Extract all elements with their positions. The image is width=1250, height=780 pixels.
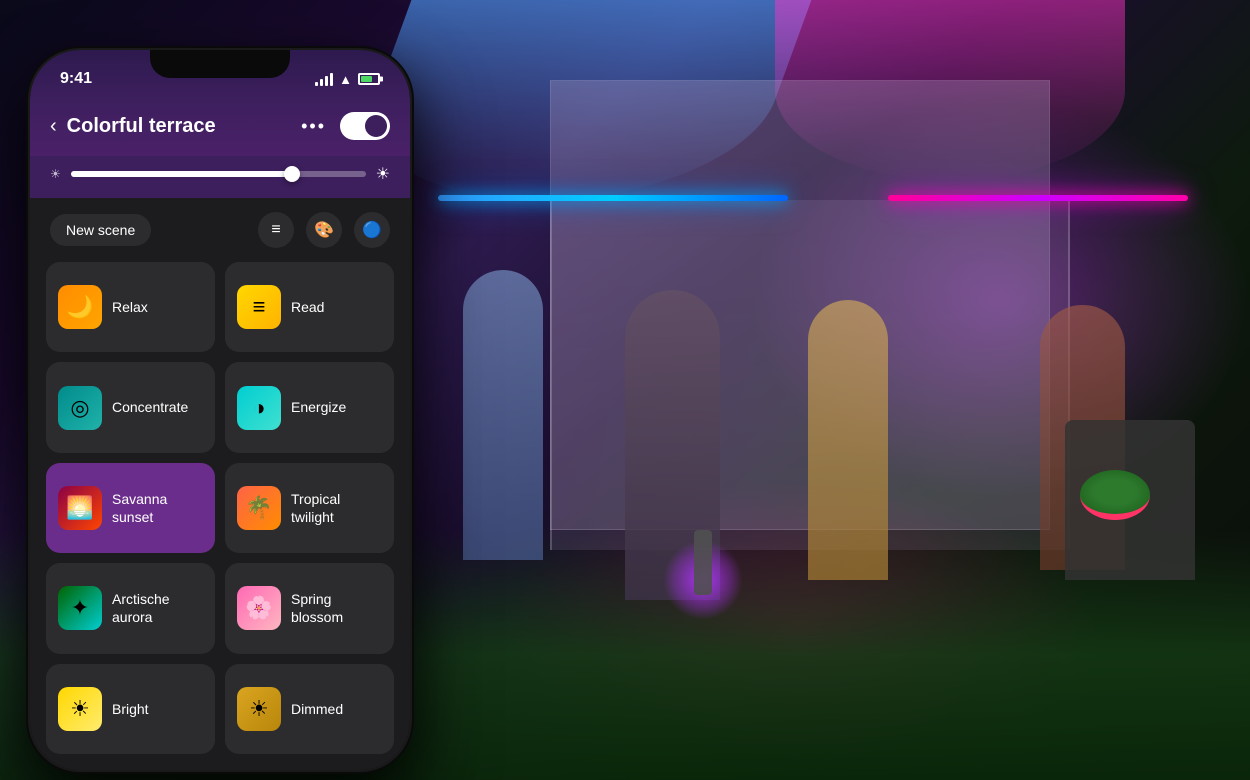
scene-icon-read: ≡ — [237, 285, 281, 329]
neon-strip-blue — [438, 195, 788, 201]
gradient-icon: 🔵 — [362, 220, 382, 240]
scene-item-blossom[interactable]: 🌸 Spring blossom — [225, 563, 394, 653]
scenes-toolbar: New scene ≡ 🎨 🔵 — [30, 198, 410, 262]
scene-icon-energize: ◑ — [237, 386, 281, 430]
brightness-row: ☀ ☀ — [30, 156, 410, 198]
neon-strip-pink — [888, 195, 1188, 201]
header-left: ‹ Colorful terrace — [50, 115, 216, 138]
signal-icon — [315, 72, 333, 86]
scene-label-blossom: Spring blossom — [291, 590, 382, 626]
brightness-thumb[interactable] — [284, 166, 300, 182]
list-view-button[interactable]: ≡ — [258, 212, 294, 248]
scene-item-bright[interactable]: ☀ Bright — [46, 664, 215, 754]
power-toggle[interactable] — [340, 112, 390, 140]
scene-icon-aurora: ✦ — [58, 586, 102, 630]
new-scene-button[interactable]: New scene — [50, 214, 151, 246]
person-4 — [808, 300, 888, 580]
header-right: ••• — [301, 112, 390, 140]
signal-bar-4 — [330, 73, 333, 86]
scene-icon-blossom: 🌸 — [237, 586, 281, 630]
scene-icon-relax: 🌙 — [58, 285, 102, 329]
status-icons: ▲ — [315, 72, 380, 87]
scenes-grid: 🌙 Relax ≡ Read ◎ Concentrate ◑ Energize 🌅 Savanna… — [30, 262, 410, 770]
scene-label-read: Read — [291, 298, 324, 316]
scene-icon-dimmed: ☀ — [237, 687, 281, 731]
scene-label-aurora: Arctische aurora — [112, 590, 203, 626]
scene-item-relax[interactable]: 🌙 Relax — [46, 262, 215, 352]
gradient-view-button[interactable]: 🔵 — [354, 212, 390, 248]
scene-label-tropical: Tropical twilight — [291, 490, 382, 526]
scene-icon-bright: ☀ — [58, 687, 102, 731]
power-knob — [365, 115, 387, 137]
phone-screen: 9:41 ▲ — [30, 50, 410, 770]
battery-fill — [361, 76, 372, 82]
phone-body: 9:41 ▲ — [30, 50, 410, 770]
bollard-post — [694, 530, 712, 595]
more-options-button[interactable]: ••• — [301, 116, 326, 137]
status-time: 9:41 — [60, 70, 92, 88]
brightness-fill — [71, 171, 292, 177]
scene-item-tropical[interactable]: 🌴 Tropical twilight — [225, 463, 394, 553]
back-button[interactable]: ‹ — [50, 115, 57, 138]
color-view-button[interactable]: 🎨 — [306, 212, 342, 248]
signal-bar-1 — [315, 82, 318, 86]
screen-content: ‹ Colorful terrace ••• ☀ — [30, 100, 410, 770]
scene-icon-tropical: 🌴 — [237, 486, 281, 530]
phone-container: 9:41 ▲ — [30, 50, 410, 770]
scene-label-dimmed: Dimmed — [291, 700, 343, 718]
scene-label-relax: Relax — [112, 298, 148, 316]
scene-item-energize[interactable]: ◑ Energize — [225, 362, 394, 452]
app-header: ‹ Colorful terrace ••• — [30, 100, 410, 156]
scene-item-dimmed[interactable]: ☀ Dimmed — [225, 664, 394, 754]
list-icon: ≡ — [271, 221, 280, 239]
scene-item-concentrate[interactable]: ◎ Concentrate — [46, 362, 215, 452]
brightness-slider[interactable] — [71, 171, 366, 177]
phone-notch — [150, 50, 290, 78]
scene-item-aurora[interactable]: ✦ Arctische aurora — [46, 563, 215, 653]
battery-icon — [358, 73, 380, 85]
brightness-low-icon: ☀ — [50, 167, 61, 181]
scene-label-bright: Bright — [112, 700, 149, 718]
person-2 — [463, 270, 543, 560]
scene-label-concentrate: Concentrate — [112, 398, 188, 416]
signal-bar-2 — [320, 79, 323, 86]
scene-item-read[interactable]: ≡ Read — [225, 262, 394, 352]
scene-label-savanna: Savanna sunset — [112, 490, 203, 526]
scene-icon-savanna: 🌅 — [58, 486, 102, 530]
scene-item-savanna[interactable]: 🌅 Savanna sunset — [46, 463, 215, 553]
header-title: Colorful terrace — [67, 115, 216, 138]
scene-label-energize: Energize — [291, 398, 346, 416]
signal-bar-3 — [325, 76, 328, 86]
scene-icon-concentrate: ◎ — [58, 386, 102, 430]
wifi-icon: ▲ — [339, 72, 352, 87]
watermelon — [1080, 470, 1150, 520]
palette-icon: 🎨 — [314, 220, 334, 240]
brightness-high-icon: ☀ — [376, 164, 390, 184]
